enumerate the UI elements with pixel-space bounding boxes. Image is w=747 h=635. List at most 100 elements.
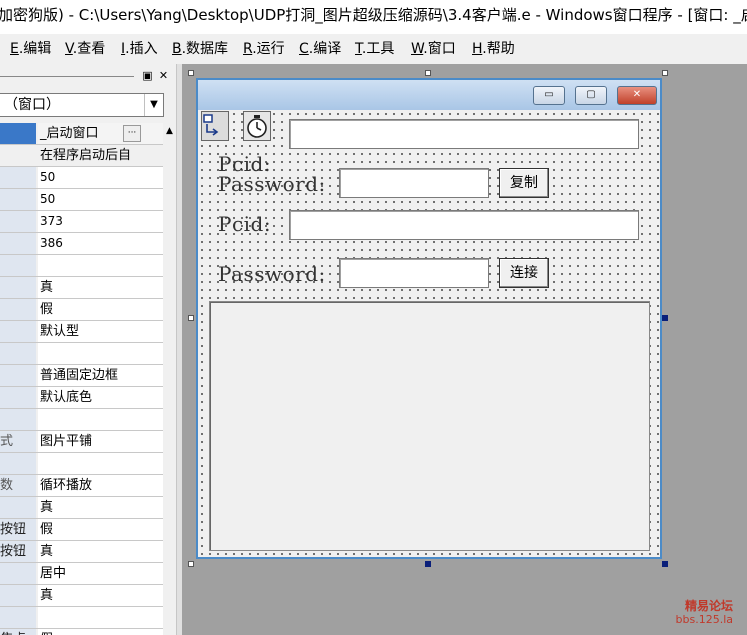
maximize-button[interactable]: ▢ <box>575 86 607 105</box>
form-caption: ▭ ▢ ✕ <box>198 80 660 110</box>
designer-form[interactable]: ▭ ▢ ✕ Pcid: Password: 复制 Pcid: Password: <box>196 78 662 559</box>
property-row[interactable] <box>0 343 163 365</box>
property-key <box>0 453 36 474</box>
property-row[interactable]: 真 <box>0 277 163 299</box>
property-key <box>0 211 36 232</box>
property-row[interactable]: 按钮 假 <box>0 519 163 541</box>
property-value[interactable]: 373 <box>38 211 163 232</box>
property-value[interactable]: 图片平铺 <box>38 431 163 452</box>
ellipsis-button[interactable]: ··· <box>123 125 141 142</box>
property-row[interactable]: 386 <box>0 233 163 255</box>
property-value[interactable] <box>38 409 163 430</box>
image-display-box[interactable] <box>209 301 650 551</box>
property-value[interactable]: 假 <box>38 299 163 320</box>
property-value[interactable]: 循环播放 <box>38 475 163 496</box>
property-value[interactable]: 50 <box>38 167 163 188</box>
property-value[interactable] <box>38 453 163 474</box>
watermark-line1: 精易论坛 <box>684 599 733 613</box>
property-row[interactable] <box>0 255 163 277</box>
property-value[interactable]: 386 <box>38 233 163 254</box>
property-key: 焦点 <box>0 629 36 635</box>
menu-run[interactable]: R.运行 <box>243 34 285 64</box>
menu-edit[interactable]: E.编辑 <box>10 34 51 64</box>
property-row[interactable]: 默认底色 <box>0 387 163 409</box>
menu-tools[interactable]: T.工具 <box>355 34 394 64</box>
property-row[interactable] <box>0 607 163 629</box>
password-input-2[interactable] <box>339 258 489 288</box>
copy-button[interactable]: 复制 <box>499 168 549 198</box>
resize-handle[interactable] <box>188 70 194 76</box>
resize-handle[interactable] <box>662 70 668 76</box>
menu-insert[interactable]: I.插入 <box>121 34 158 64</box>
object-selector-value: （窗口） <box>4 97 60 113</box>
property-value[interactable]: 默认型 <box>38 321 163 342</box>
password-label-1: Password: <box>218 172 326 196</box>
form-body[interactable]: Pcid: Password: 复制 Pcid: Password: 连接 <box>198 110 660 557</box>
property-scrollbar[interactable]: ▲ <box>163 123 176 635</box>
property-value[interactable]: 假 <box>38 519 163 540</box>
menu-compile[interactable]: C.编译 <box>299 34 341 64</box>
property-key <box>0 607 36 628</box>
property-value[interactable]: 假 <box>38 629 163 635</box>
property-key <box>0 387 36 408</box>
property-key <box>0 321 36 342</box>
password-input-1[interactable] <box>339 168 489 198</box>
window-title-bar: 加密狗版) - C:\Users\Yang\Desktop\UDP打洞_图片超级… <box>0 0 747 30</box>
property-value[interactable]: 在程序启动后自 <box>38 145 163 166</box>
property-row[interactable]: 数 循环播放 <box>0 475 163 497</box>
property-key <box>0 255 36 276</box>
property-value[interactable]: 50 <box>38 189 163 210</box>
panel-restore-icon[interactable]: ▣ <box>141 69 154 82</box>
property-value[interactable]: 真 <box>38 541 163 562</box>
udp-component-icon[interactable] <box>201 111 229 141</box>
property-row[interactable]: 按钮 真 <box>0 541 163 563</box>
property-row[interactable]: 焦点 假 <box>0 629 163 635</box>
property-row[interactable]: 50 <box>0 167 163 189</box>
resize-handle[interactable] <box>425 70 431 76</box>
property-row[interactable]: _启动窗口 ··· <box>0 123 163 145</box>
object-selector[interactable]: （窗口） ▼ <box>0 93 164 117</box>
resize-handle[interactable] <box>188 561 194 567</box>
property-row[interactable]: 在程序启动后自 <box>0 145 163 167</box>
property-row[interactable]: 真 <box>0 585 163 607</box>
property-value[interactable]: 居中 <box>38 563 163 584</box>
property-value[interactable] <box>38 343 163 364</box>
minimize-button[interactable]: ▭ <box>533 86 565 105</box>
property-row[interactable]: 居中 <box>0 563 163 585</box>
property-row[interactable]: 373 <box>0 211 163 233</box>
property-row[interactable] <box>0 409 163 431</box>
timer-icon[interactable] <box>243 111 271 141</box>
connect-button[interactable]: 连接 <box>499 258 549 288</box>
property-value[interactable]: 普通固定边框 <box>38 365 163 386</box>
property-row[interactable]: 50 <box>0 189 163 211</box>
property-value[interactable] <box>38 255 163 276</box>
property-value[interactable]: 真 <box>38 585 163 606</box>
menu-view[interactable]: V.查看 <box>65 34 105 64</box>
property-value[interactable]: 真 <box>38 497 163 518</box>
menu-database[interactable]: B.数据库 <box>172 34 228 64</box>
property-value[interactable] <box>38 607 163 628</box>
property-value[interactable]: 默认底色 <box>38 387 163 408</box>
property-row[interactable]: 假 <box>0 299 163 321</box>
resize-handle[interactable] <box>425 561 431 567</box>
scroll-up-icon[interactable]: ▲ <box>163 123 176 139</box>
chevron-down-icon[interactable]: ▼ <box>144 94 163 116</box>
property-row[interactable]: 真 <box>0 497 163 519</box>
property-value[interactable]: _启动窗口 <box>38 123 163 144</box>
resize-handle[interactable] <box>662 315 668 321</box>
pcid-input-1[interactable] <box>289 119 639 149</box>
property-key <box>0 585 36 606</box>
property-row[interactable]: 普通固定边框 <box>0 365 163 387</box>
menu-window[interactable]: W.窗口 <box>411 34 456 64</box>
resize-handle[interactable] <box>188 315 194 321</box>
pcid-input-2[interactable] <box>289 210 639 240</box>
property-key: 按钮 <box>0 519 36 540</box>
property-row[interactable]: 默认型 <box>0 321 163 343</box>
resize-handle[interactable] <box>662 561 668 567</box>
panel-close-icon[interactable]: ✕ <box>157 69 170 82</box>
property-value[interactable]: 真 <box>38 277 163 298</box>
close-button[interactable]: ✕ <box>617 86 657 105</box>
property-row[interactable] <box>0 453 163 475</box>
menu-help[interactable]: H.帮助 <box>472 34 515 64</box>
property-row[interactable]: 式 图片平铺 <box>0 431 163 453</box>
